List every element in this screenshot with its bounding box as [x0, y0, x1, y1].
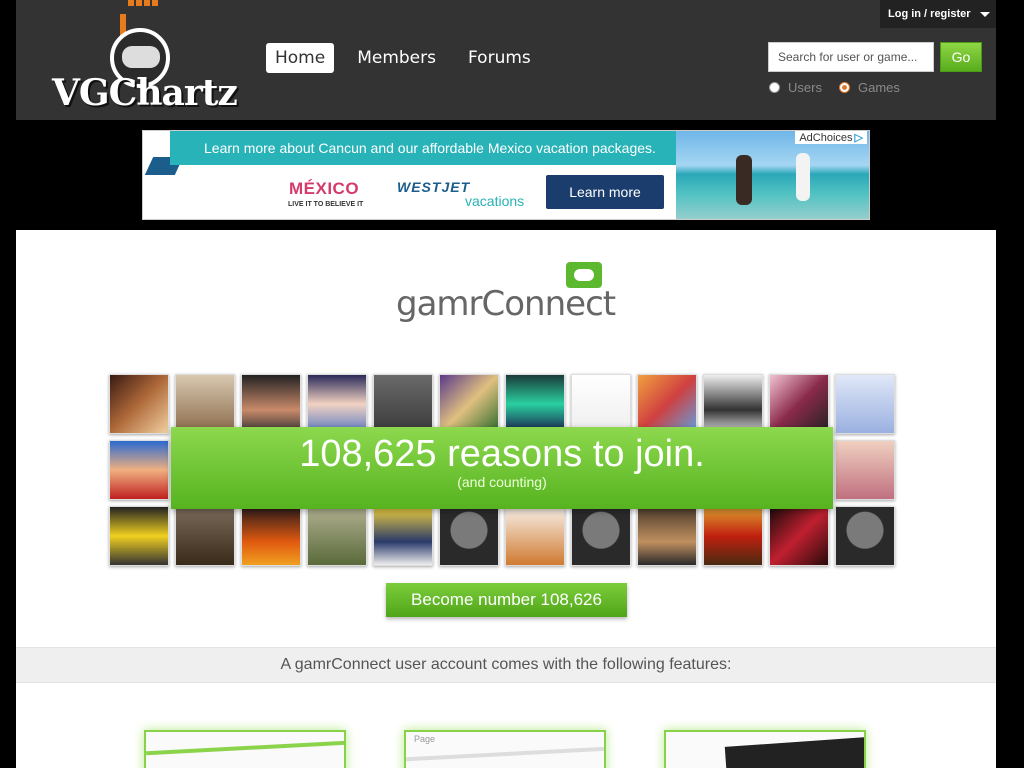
feature-card-stripe — [406, 746, 604, 762]
main-content: gamrConnect 108,625 reasons to join. (an… — [16, 230, 996, 768]
games-radio[interactable] — [839, 82, 850, 93]
default-avatar[interactable] — [571, 506, 631, 566]
ad-headline: Learn more about Cancun and our affordab… — [170, 131, 676, 165]
become-member-button[interactable]: Become number 108,626 — [386, 583, 627, 617]
adchoices-label: AdChoices — [799, 132, 853, 144]
feature-card-stripe — [146, 740, 344, 756]
default-avatar[interactable] — [439, 506, 499, 566]
users-radio-label: Users — [788, 80, 822, 95]
login-register-label: Log in / register — [888, 8, 971, 20]
users-radio[interactable] — [769, 82, 780, 93]
member-avatar[interactable] — [373, 506, 433, 566]
member-avatar[interactable] — [835, 440, 895, 500]
member-avatar[interactable] — [175, 374, 235, 434]
adchoices-link[interactable]: AdChoices ▷ — [795, 131, 867, 144]
search-scope-games[interactable]: Games — [839, 80, 900, 95]
gamrconnect-logo-text: gamrConnect — [396, 284, 616, 324]
advertisement-banner[interactable]: Learn more about Cancun and our affordab… — [142, 130, 870, 220]
member-avatar[interactable] — [439, 374, 499, 434]
feature-card-page-label: Page — [414, 734, 436, 744]
search-scope-users[interactable]: Users — [769, 80, 822, 95]
feature-card-1[interactable] — [144, 730, 346, 768]
member-avatar[interactable] — [109, 440, 169, 500]
westjet-tail-icon — [143, 131, 184, 219]
ad-person-1 — [736, 155, 752, 205]
member-avatar[interactable] — [703, 374, 763, 434]
member-avatar[interactable] — [241, 506, 301, 566]
member-avatar[interactable] — [769, 374, 829, 434]
nav-members[interactable]: Members — [348, 43, 445, 73]
member-avatar[interactable] — [835, 374, 895, 434]
join-banner: 108,625 reasons to join. (and counting) — [171, 427, 833, 509]
vgchartz-logo[interactable]: VGChartz — [52, 0, 238, 114]
caret-down-icon — [980, 12, 990, 17]
gamrconnect-logo: gamrConnect — [396, 260, 616, 330]
default-avatar[interactable] — [835, 506, 895, 566]
member-avatar[interactable] — [109, 506, 169, 566]
ad-vacations-text: vacations — [465, 193, 525, 209]
games-radio-label: Games — [858, 80, 900, 95]
nav-forums[interactable]: Forums — [459, 43, 540, 73]
member-avatar[interactable] — [703, 506, 763, 566]
site-header: VGChartz Home Members Forums Log in / re… — [16, 0, 996, 120]
member-avatar[interactable] — [373, 374, 433, 434]
member-avatar[interactable] — [505, 374, 565, 434]
main-nav: Home Members Forums — [266, 43, 540, 73]
and-counting-label: (and counting) — [457, 474, 547, 490]
ad-westjet-logo: WESTJET — [397, 179, 471, 195]
feature-card-2[interactable]: Page — [404, 730, 606, 768]
ad-mexico-logo: MÉXICO — [289, 179, 360, 198]
ad-person-2 — [796, 153, 810, 201]
ad-learn-more-button[interactable]: Learn more — [546, 175, 664, 209]
logo-text: VGChartz — [52, 72, 238, 114]
ad-beach-photo — [676, 131, 869, 219]
features-intro: A gamrConnect user account comes with th… — [16, 647, 996, 683]
member-avatar[interactable] — [307, 506, 367, 566]
member-avatar[interactable] — [637, 374, 697, 434]
member-avatar[interactable] — [505, 506, 565, 566]
ad-mexico-tagline: LIVE IT TO BELIEVE IT — [288, 201, 364, 208]
adchoices-icon: ▷ — [854, 132, 863, 144]
members-count-headline: 108,625 reasons to join. — [299, 433, 705, 475]
member-avatar[interactable] — [175, 506, 235, 566]
feature-card-dark-panel — [724, 737, 864, 768]
search-input[interactable] — [768, 42, 934, 72]
member-avatar[interactable] — [307, 374, 367, 434]
member-avatar[interactable] — [571, 374, 631, 434]
member-avatar[interactable] — [637, 506, 697, 566]
login-register-button[interactable]: Log in / register — [880, 0, 996, 28]
member-avatar[interactable] — [241, 374, 301, 434]
nav-home[interactable]: Home — [266, 43, 335, 73]
search-go-button[interactable]: Go — [940, 42, 982, 72]
member-avatar[interactable] — [109, 374, 169, 434]
feature-card-3[interactable] — [664, 730, 866, 768]
member-avatar[interactable] — [769, 506, 829, 566]
gamepad-icon — [122, 46, 160, 68]
